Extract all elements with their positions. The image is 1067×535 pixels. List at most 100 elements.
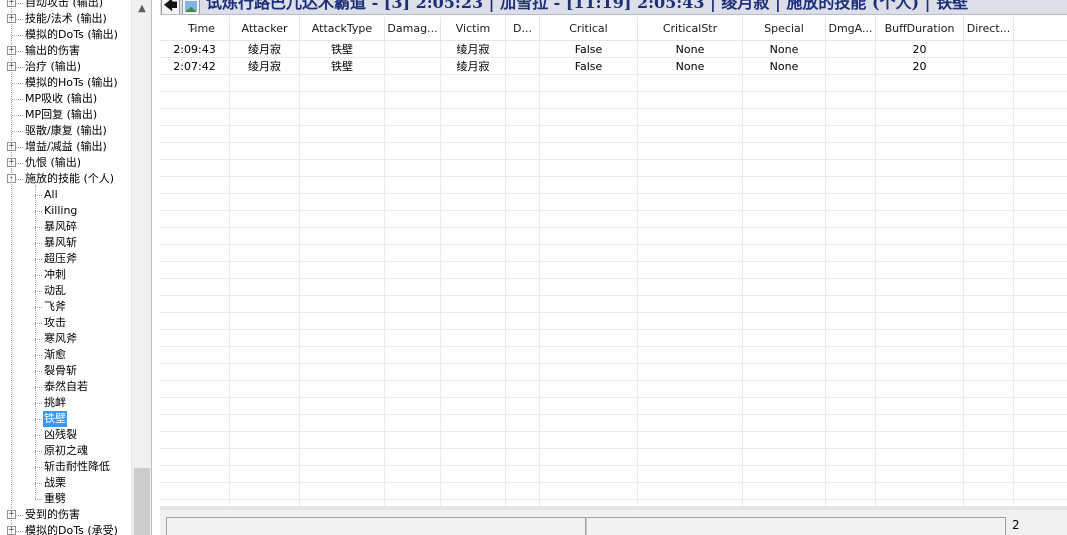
tree-category-item[interactable]: 模拟的HoTs (输出) <box>0 75 131 91</box>
tree-skill-item[interactable]: 动乱 <box>0 283 131 299</box>
table-cell <box>506 296 540 313</box>
column-header[interactable]: Attacker <box>230 17 300 41</box>
tree-skill-item[interactable]: 重劈 <box>0 491 131 507</box>
tree-scroll-thumb[interactable] <box>134 468 150 535</box>
table-cell <box>540 449 638 466</box>
grid-header: Time Attacker AttackType Damag... Victim D...… <box>160 17 1067 41</box>
tree-category-item[interactable]: + 自动攻击 (输出) <box>0 0 131 11</box>
tree-category-item[interactable]: + 受到的伤害 <box>0 507 131 523</box>
table-cell <box>385 296 441 313</box>
tree-skill-item[interactable]: 泰然自若 <box>0 379 131 395</box>
tree-category-item[interactable]: + 治疗 (输出) <box>0 59 131 75</box>
tree-category-item[interactable]: 模拟的DoTs (输出) <box>0 27 131 43</box>
back-arrow-button[interactable]: 🡄 <box>161 0 180 14</box>
table-cell <box>230 330 300 347</box>
table-cell <box>385 160 441 177</box>
table-cell <box>506 211 540 228</box>
table-cell <box>826 109 876 126</box>
tree-skill-item[interactable]: 寒风斧 <box>0 331 131 347</box>
table-cell: 2:09:43 <box>160 41 230 58</box>
column-header[interactable]: Special <box>743 17 826 41</box>
tree-vertical-scrollbar[interactable]: ▲ <box>131 0 151 535</box>
column-header[interactable]: Victim <box>441 17 506 41</box>
table-cell <box>638 483 743 500</box>
table-cell <box>876 483 964 500</box>
column-header[interactable]: Direct... <box>964 17 1014 41</box>
empty-row <box>160 245 1067 262</box>
tree-category-item[interactable]: MP吸收 (输出) <box>0 91 131 107</box>
tree-skill-item[interactable]: 暴风碎 <box>0 219 131 235</box>
tree-skill-item[interactable]: 攻击 <box>0 315 131 331</box>
table-cell <box>441 313 506 330</box>
tree-skill-item[interactable]: 超压斧 <box>0 251 131 267</box>
tree-skill-item[interactable]: 斩击耐性降低 <box>0 459 131 475</box>
tree-connector <box>16 163 23 164</box>
tree-skill-item[interactable]: 凶残裂 <box>0 427 131 443</box>
export-image-button[interactable] <box>182 0 200 14</box>
tree-skill-item[interactable]: Killing <box>0 203 131 219</box>
tree-skill-item[interactable]: 裂骨斩 <box>0 363 131 379</box>
tree-category-item[interactable]: + 技能/法术 (输出) <box>0 11 131 27</box>
table-cell <box>506 194 540 211</box>
tree-skill-item[interactable]: All <box>0 187 131 203</box>
tree-category-item[interactable]: 驱散/康复 (输出) <box>0 123 131 139</box>
tree-skill-item[interactable]: 铁壁 <box>0 411 131 427</box>
tree-connector <box>12 131 23 132</box>
table-cell <box>441 449 506 466</box>
table-cell <box>826 330 876 347</box>
tree-skill-item[interactable]: 暴风斩 <box>0 235 131 251</box>
tree-category-item[interactable]: + 输出的伤害 <box>0 43 131 59</box>
table-cell <box>506 381 540 398</box>
table-row[interactable]: 2:09:43 绫月寂 铁壁 绫月寂 False None None 20 <box>160 41 1067 58</box>
table-cell <box>300 143 385 160</box>
table-cell: None <box>743 41 826 58</box>
tree-category-item[interactable]: + 仇恨 (输出) <box>0 155 131 171</box>
tree-skill-item[interactable]: 渐愈 <box>0 347 131 363</box>
tree-item-label: 凶残裂 <box>44 428 77 441</box>
table-cell: 绫月寂 <box>230 58 300 75</box>
table-cell <box>230 194 300 211</box>
tree-item-label: 模拟的HoTs (输出) <box>25 76 118 89</box>
table-row[interactable]: 2:07:42 绫月寂 铁壁 绫月寂 False None None 20 <box>160 58 1067 75</box>
scroll-up-arrow-icon[interactable]: ▲ <box>132 0 151 17</box>
tree-guide-line <box>11 0 12 535</box>
category-tree: + 自动攻击 (输出) + 技能/法术 (输出) 模拟的DoTs (输出) + 输出的伤害 +… <box>0 0 152 535</box>
table-cell <box>230 398 300 415</box>
tree-category-item[interactable]: + 模拟的DoTs (承受) <box>0 523 131 535</box>
column-header[interactable]: CriticalStr <box>638 17 743 41</box>
column-header[interactable]: Damag... <box>385 17 441 41</box>
tree-category-item[interactable]: MP回复 (输出) <box>0 107 131 123</box>
table-cell <box>540 398 638 415</box>
column-header[interactable]: DmgA... <box>826 17 876 41</box>
table-cell <box>441 75 506 92</box>
table-cell <box>385 126 441 143</box>
table-cell <box>876 432 964 449</box>
tree-skill-item[interactable]: 飞斧 <box>0 299 131 315</box>
table-cell <box>385 381 441 398</box>
table-cell <box>160 75 230 92</box>
tree-category-item[interactable]: - 施放的技能 (个人) <box>0 171 131 187</box>
column-header[interactable]: AttackType <box>300 17 385 41</box>
tree-skill-item[interactable]: 冲刺 <box>0 267 131 283</box>
table-cell <box>826 41 876 58</box>
tree-category-item[interactable]: + 增益/减益 (输出) <box>0 139 131 155</box>
column-header[interactable]: D... <box>506 17 540 41</box>
tree-list: + 自动攻击 (输出) + 技能/法术 (输出) 模拟的DoTs (输出) + 输出的伤害 +… <box>0 0 131 535</box>
table-cell <box>826 313 876 330</box>
tree-skill-item[interactable]: 原初之魂 <box>0 443 131 459</box>
table-cell <box>160 364 230 381</box>
table-cell <box>385 228 441 245</box>
tree-connector <box>35 227 42 228</box>
tree-skill-item[interactable]: 战栗 <box>0 475 131 491</box>
table-cell <box>964 228 1014 245</box>
table-cell <box>230 483 300 500</box>
column-header[interactable]: Critical <box>540 17 638 41</box>
column-header[interactable]: BuffDuration <box>876 17 964 41</box>
table-cell <box>540 143 638 160</box>
tree-skill-item[interactable]: 挑衅 <box>0 395 131 411</box>
table-cell <box>300 432 385 449</box>
encounter-title-bar: 🡄 试炼行路巴儿达木霸道 - [3] 2:05:23 | 加雪拉 - [11:1… <box>160 0 1067 15</box>
tree-item-label: 铁壁 <box>43 411 67 427</box>
tree-item-label: MP回复 (输出) <box>25 108 98 121</box>
table-cell <box>743 109 826 126</box>
